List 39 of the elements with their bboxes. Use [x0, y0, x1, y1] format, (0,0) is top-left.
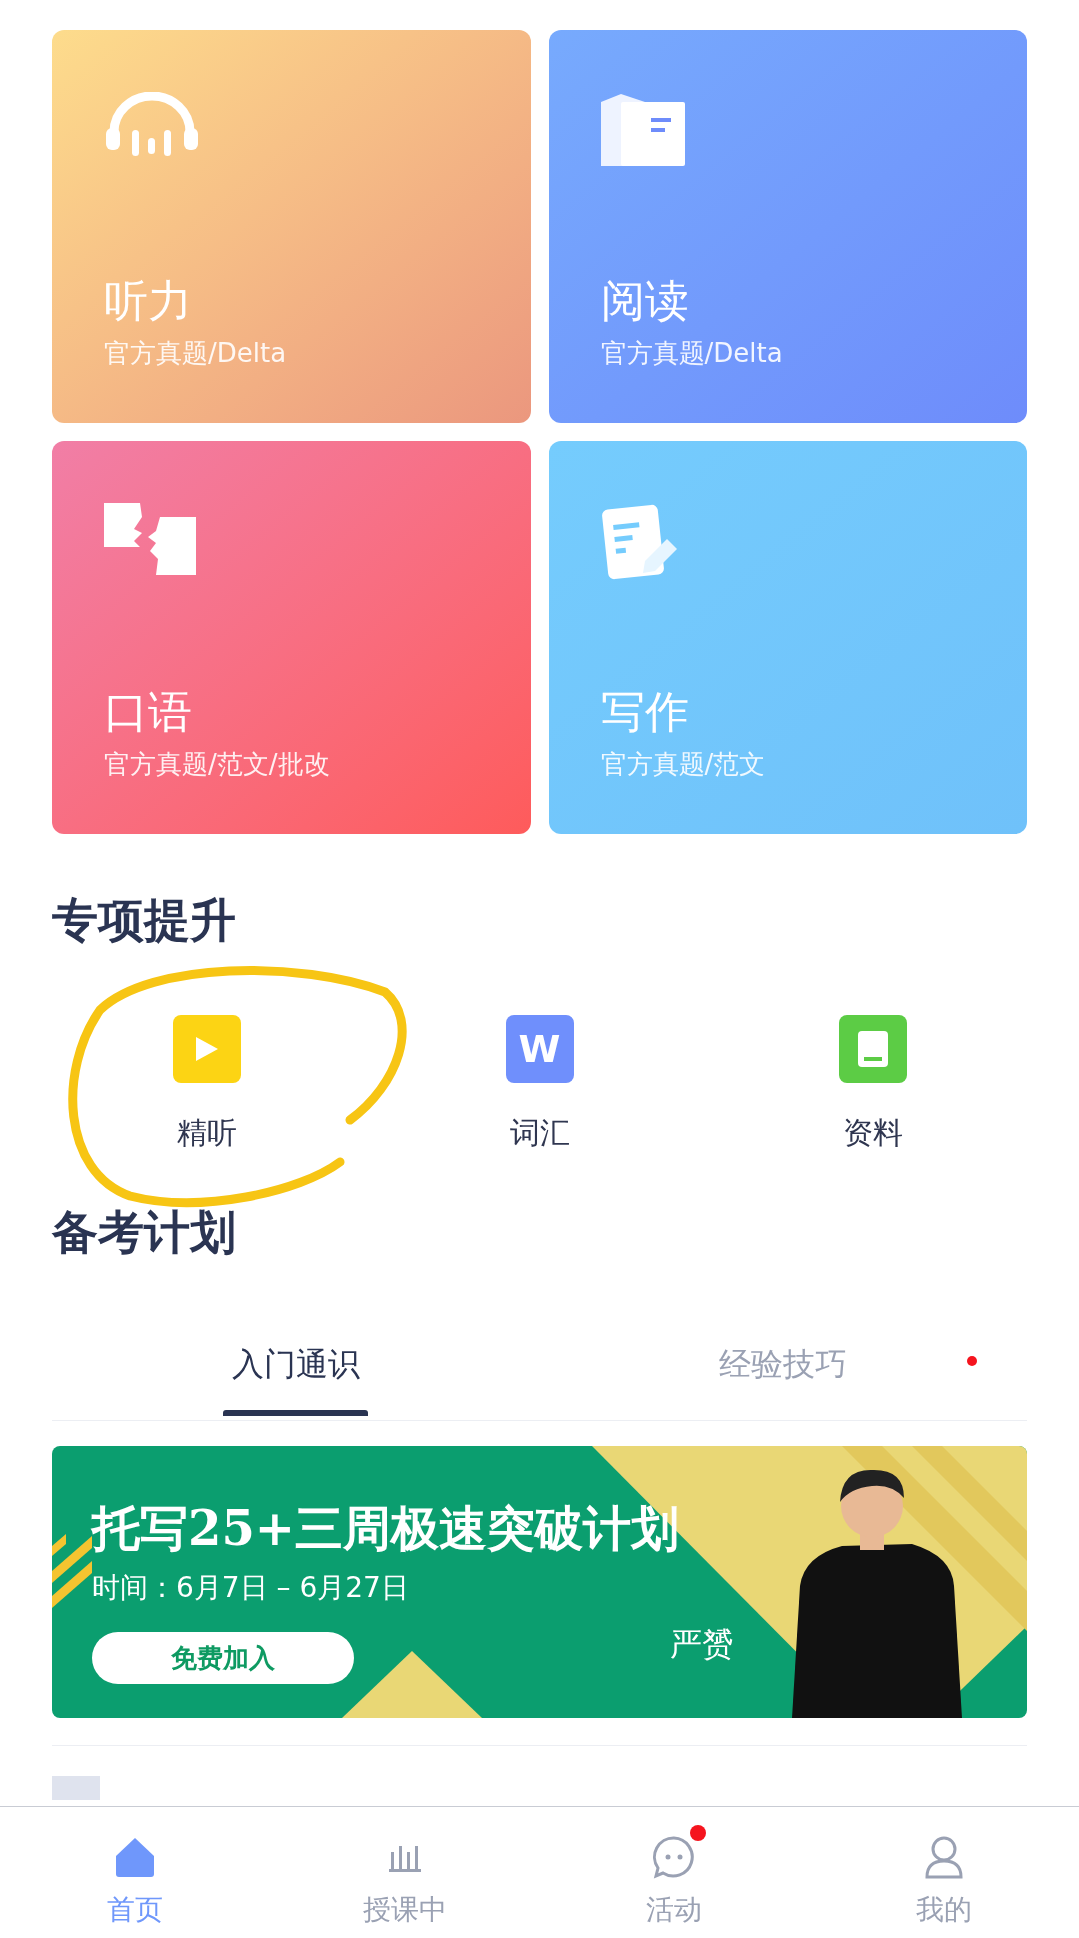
promo-banner[interactable]: 托写25+三周极速突破计划 时间：6月7日 – 6月27日 免费加入 严赟	[52, 1446, 1027, 1718]
nav-tab[interactable]: 活动	[539, 1807, 810, 1938]
card-subtitle: 官方真题/范文/批改	[104, 748, 331, 781]
feature-label[interactable]: 精听	[176, 1113, 237, 1153]
banner-date: 时间：6月7日 – 6月27日	[92, 1570, 409, 1606]
card-subtitle: 官方真题/Delta	[600, 337, 784, 370]
card-subtitle: 官方真题/范文	[600, 748, 767, 781]
nav-tab[interactable]: 首页	[0, 1807, 270, 1938]
nav-tab[interactable]: 授课中	[269, 1807, 540, 1938]
person-icon	[924, 1835, 965, 1879]
headphones-icon	[104, 92, 200, 158]
banner-title: 托写25+三周极速突破计划	[92, 1499, 679, 1558]
letter-icon[interactable]: W	[505, 1015, 574, 1083]
category-card[interactable]: 口语 官方真题/范文/批改	[52, 441, 531, 834]
feature-label[interactable]: 词汇	[509, 1113, 570, 1153]
home-icon	[113, 1836, 156, 1878]
category-card[interactable]: 阅读 官方真题/Delta	[548, 30, 1027, 423]
card-title: 口语	[104, 685, 193, 739]
book-icon	[600, 92, 685, 168]
chat-icon	[652, 1835, 697, 1879]
category-card[interactable]: 写作 官方真题/范文	[548, 441, 1027, 834]
play-icon[interactable]	[172, 1015, 241, 1083]
teacher-name: 严赟	[670, 1624, 734, 1664]
article-thumbnail	[52, 1776, 100, 1800]
plan-tab[interactable]: 入门通识	[231, 1344, 360, 1384]
card-title: 听力	[104, 274, 193, 328]
card-title: 阅读	[600, 274, 690, 328]
category-card[interactable]: 听力 官方真题/Delta	[52, 30, 531, 423]
plan-tab[interactable]: 经验技巧	[719, 1344, 848, 1384]
nav-tab[interactable]: 我的	[809, 1807, 1079, 1938]
section-title: 备考计划	[51, 1204, 237, 1260]
feature-label[interactable]: 资料	[842, 1113, 903, 1153]
card-subtitle: 官方真题/Delta	[104, 337, 288, 370]
book-icon[interactable]	[838, 1015, 907, 1083]
note-pencil-icon	[600, 503, 679, 581]
join-button[interactable]: 免费加入	[92, 1632, 354, 1684]
section-title: 专项提升	[51, 892, 237, 948]
faces-talking-icon	[104, 503, 196, 575]
card-title: 写作	[600, 685, 690, 739]
